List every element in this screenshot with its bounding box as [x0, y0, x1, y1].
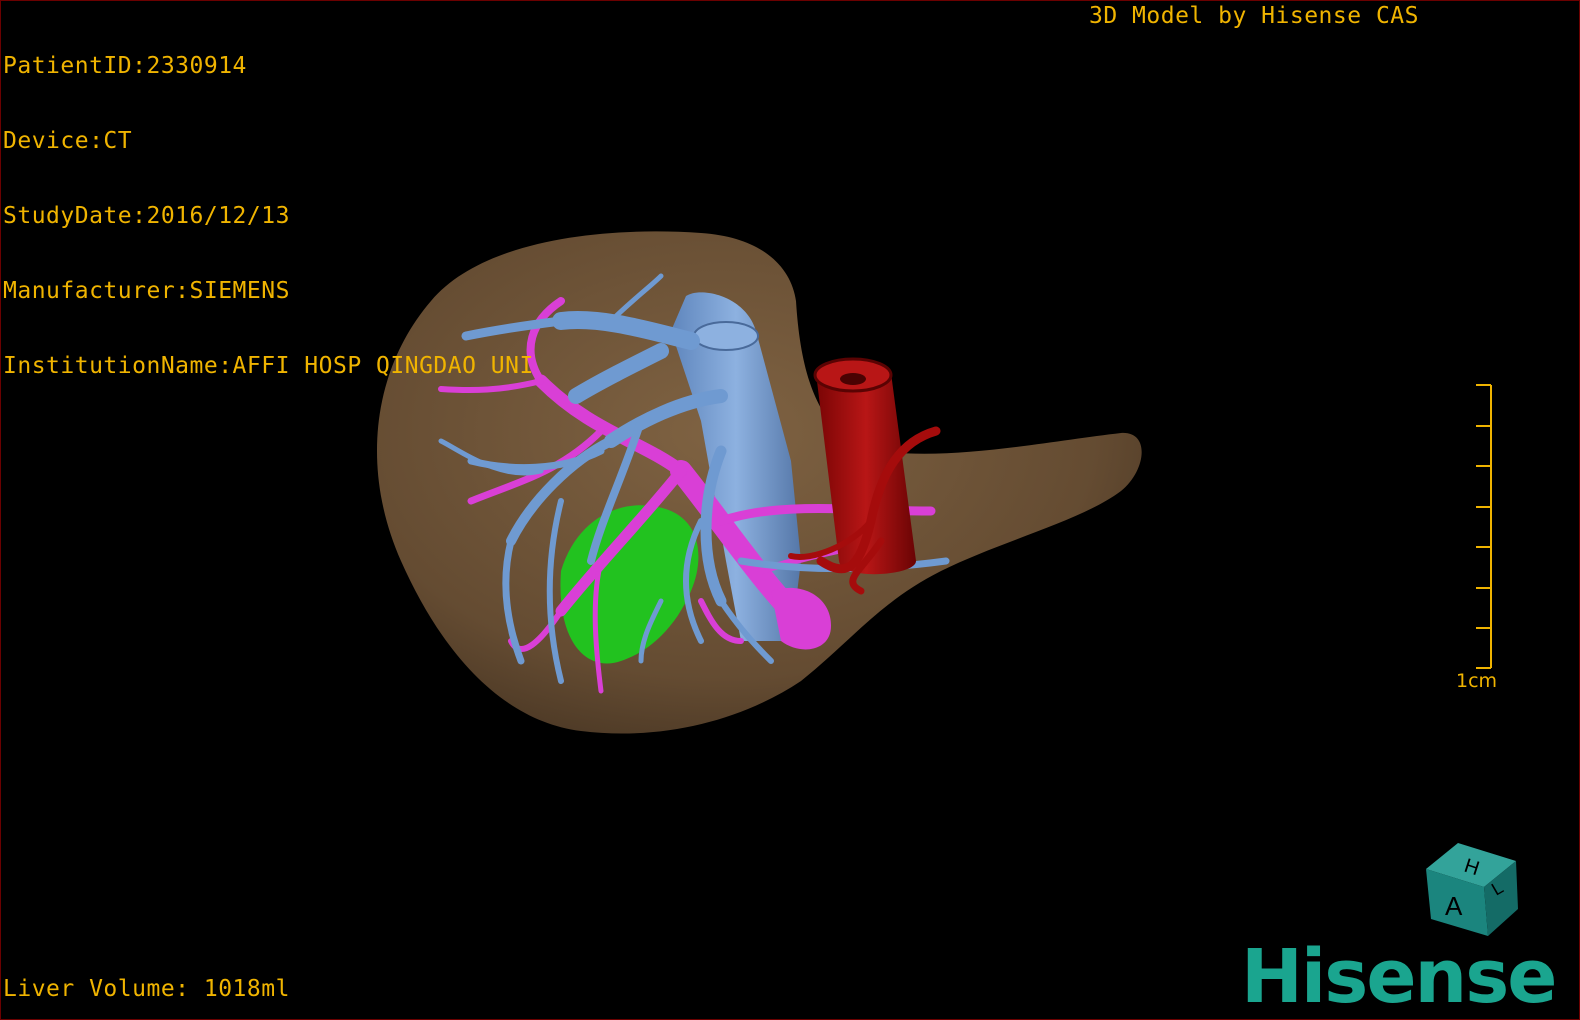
institution-text: InstitutionName:AFFI HOSP QINGDAO UNI — [3, 353, 534, 379]
device-text: Device:CT — [3, 128, 133, 154]
patient-id-text: PatientID:2330914 — [3, 53, 247, 79]
hisense-logo: Hisense — [1241, 934, 1557, 1020]
study-info-overlay: PatientID:2330914 Device:CT StudyDate:20… — [3, 4, 534, 429]
scale-bar-label: 1cm — [1456, 670, 1498, 692]
scale-bar — [1476, 384, 1492, 669]
model-title: 3D Model by Hisense CAS — [1089, 3, 1419, 29]
study-date-text: StudyDate:2016/12/13 — [3, 203, 290, 229]
orientation-cube[interactable]: H A L — [1426, 843, 1518, 936]
liver-volume-text: Liver Volume: 1018ml — [3, 976, 290, 1002]
manufacturer-text: Manufacturer:SIEMENS — [3, 278, 290, 304]
ivc-opening — [693, 321, 759, 351]
cube-front-label: A — [1445, 891, 1463, 921]
3d-viewport[interactable]: H A L PatientID:2330914 Device:CT StudyD… — [0, 0, 1580, 1020]
aorta-lumen — [840, 373, 866, 385]
